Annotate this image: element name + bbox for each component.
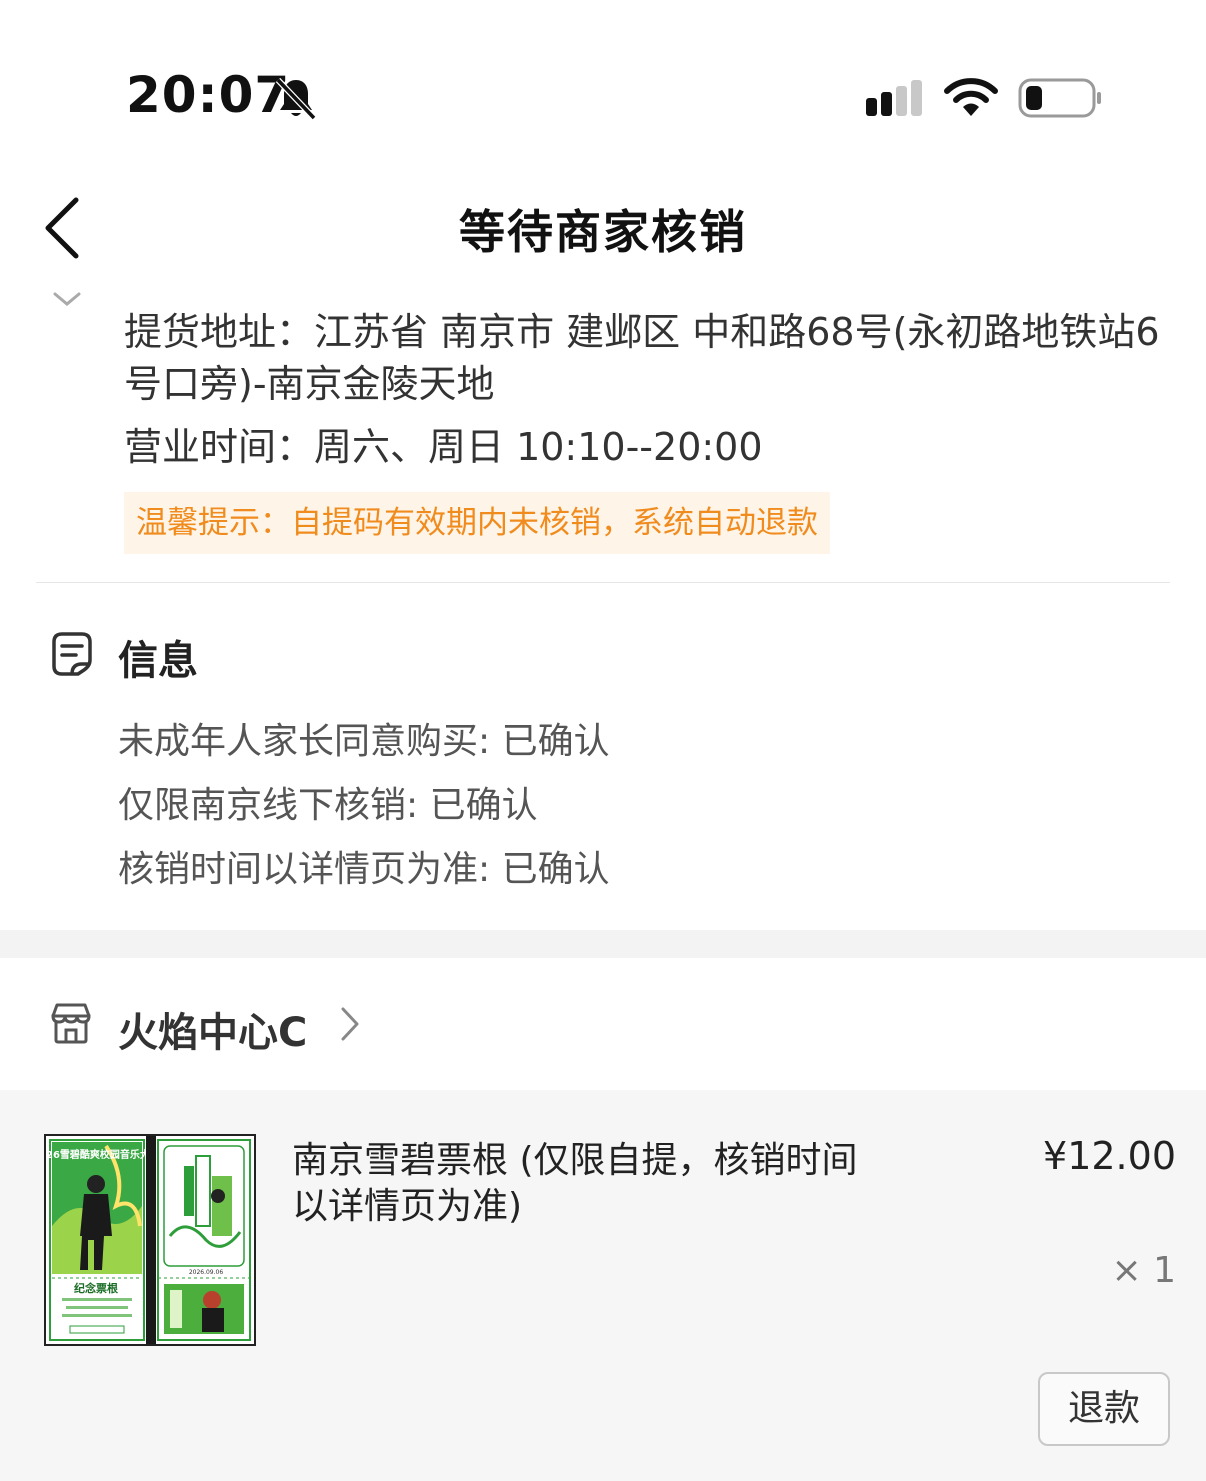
- ticket-banner-text: 2026雪碧酷爽校园音乐大赛: [46, 1148, 161, 1161]
- stub-label: 纪念票根: [74, 1281, 119, 1295]
- product-price: ¥12.00: [1043, 1134, 1176, 1178]
- silent-bell-icon: [275, 77, 317, 121]
- info-line-nanjing-only: 仅限南京线下核销: 已确认: [118, 785, 538, 826]
- info-document-icon: [52, 632, 92, 676]
- info-line-guardian-consent: 未成年人家长同意购买: 已确认: [118, 721, 610, 762]
- cellular-signal-icon: [866, 80, 922, 116]
- status-time: 20:07: [126, 66, 291, 124]
- ticket-date: 2026.09.06: [189, 1269, 224, 1276]
- product-thumbnail[interactable]: 2026雪碧酷爽校园音乐大赛 纪念票根 2026.09.06: [44, 1134, 256, 1346]
- wifi-icon: [944, 78, 998, 116]
- refund-button[interactable]: 退款: [1038, 1372, 1170, 1446]
- product-quantity: × 1: [1111, 1250, 1176, 1291]
- business-hours: 营业时间：周六、周日 10:10--20:00: [124, 425, 763, 469]
- chevron-down-icon[interactable]: [52, 286, 82, 308]
- info-line-redeem-time: 核销时间以详情页为准: 已确认: [118, 849, 610, 890]
- shop-name-link[interactable]: 火焰中心C: [118, 1000, 307, 1058]
- warm-tip-banner: 温馨提示：自提码有效期内未核销，系统自动退款: [124, 492, 830, 554]
- section-gap: [0, 930, 1206, 958]
- section-divider: [36, 582, 1170, 583]
- product-name[interactable]: 南京雪碧票根 (仅限自提，核销时间以详情页为准): [292, 1138, 892, 1230]
- info-section-title: 信息: [118, 638, 198, 684]
- page-title: 等待商家核销: [459, 205, 747, 259]
- pickup-address: 提货地址：江苏省 南京市 建邺区 中和路68号(永初路地铁站6号口旁)-南京金陵…: [124, 310, 1160, 406]
- battery-icon: [1018, 78, 1101, 118]
- ticket-stub-image: 2026雪碧酷爽校园音乐大赛 纪念票根 2026.09.06: [46, 1136, 254, 1344]
- chevron-right-icon[interactable]: [338, 1006, 362, 1042]
- store-icon: [51, 1003, 91, 1044]
